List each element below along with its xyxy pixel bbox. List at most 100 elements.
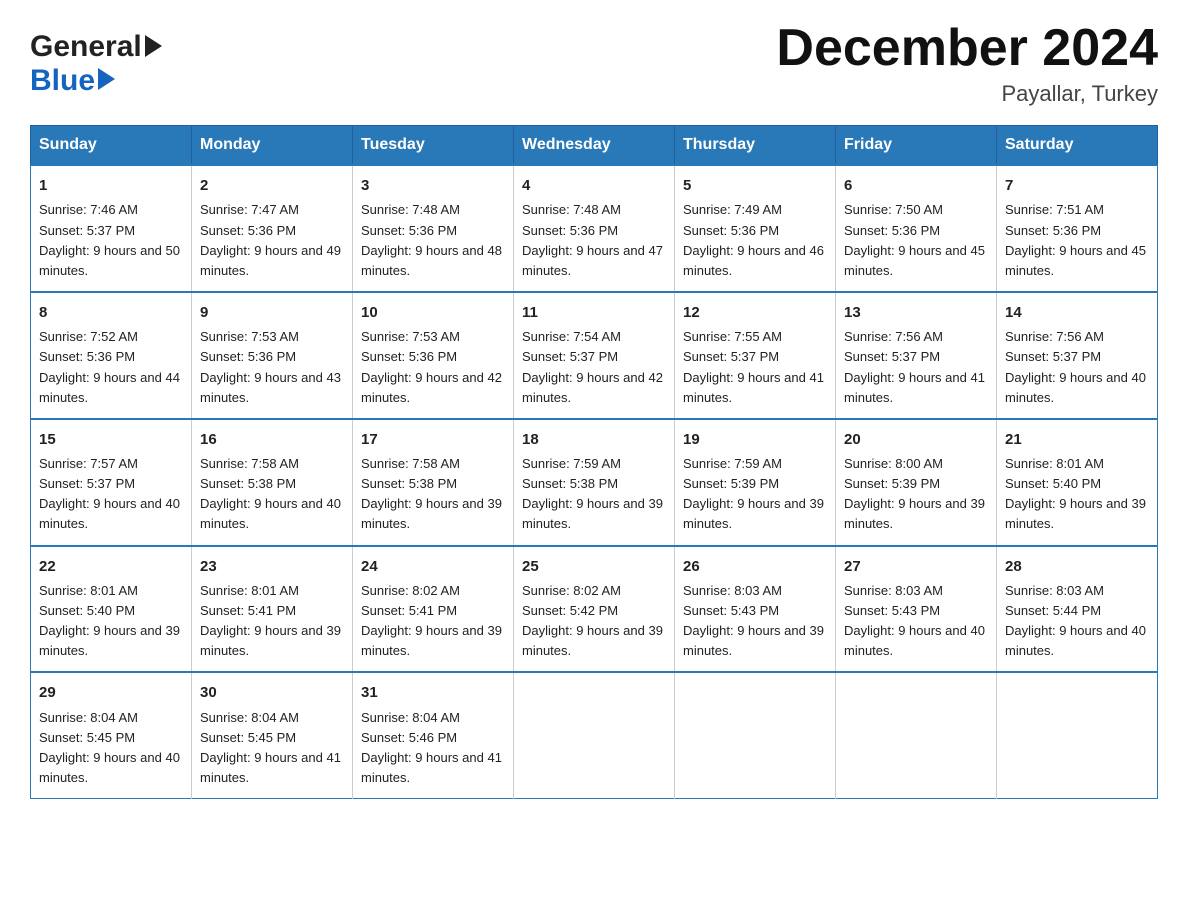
sunset-text: Sunset: 5:36 PM	[522, 223, 618, 238]
daylight-text: Daylight: 9 hours and 41 minutes.	[200, 750, 341, 785]
header-saturday: Saturday	[997, 126, 1158, 166]
calendar-body: 1 Sunrise: 7:46 AM Sunset: 5:37 PM Dayli…	[31, 165, 1158, 799]
daylight-text: Daylight: 9 hours and 43 minutes.	[200, 370, 341, 405]
calendar-day-cell: 9 Sunrise: 7:53 AM Sunset: 5:36 PM Dayli…	[192, 292, 353, 419]
logo-general-text: General	[30, 30, 162, 64]
day-number: 22	[39, 555, 183, 578]
daylight-text: Daylight: 9 hours and 39 minutes.	[39, 623, 180, 658]
sunrise-text: Sunrise: 7:51 AM	[1005, 202, 1104, 217]
day-info: Sunrise: 7:59 AM Sunset: 5:39 PM Dayligh…	[683, 454, 827, 535]
sunset-text: Sunset: 5:43 PM	[683, 603, 779, 618]
calendar-header: Sunday Monday Tuesday Wednesday Thursday…	[31, 126, 1158, 166]
calendar-subtitle: Payallar, Turkey	[776, 81, 1158, 107]
calendar-week-row: 15 Sunrise: 7:57 AM Sunset: 5:37 PM Dayl…	[31, 419, 1158, 546]
day-info: Sunrise: 7:53 AM Sunset: 5:36 PM Dayligh…	[200, 327, 344, 408]
sunrise-text: Sunrise: 7:56 AM	[844, 329, 943, 344]
calendar-day-cell: 24 Sunrise: 8:02 AM Sunset: 5:41 PM Dayl…	[353, 546, 514, 673]
sunrise-text: Sunrise: 7:46 AM	[39, 202, 138, 217]
header-friday: Friday	[836, 126, 997, 166]
daylight-text: Daylight: 9 hours and 50 minutes.	[39, 243, 180, 278]
daylight-text: Daylight: 9 hours and 40 minutes.	[844, 623, 985, 658]
header-wednesday: Wednesday	[514, 126, 675, 166]
day-info: Sunrise: 7:53 AM Sunset: 5:36 PM Dayligh…	[361, 327, 505, 408]
calendar-week-row: 29 Sunrise: 8:04 AM Sunset: 5:45 PM Dayl…	[31, 672, 1158, 798]
sunrise-text: Sunrise: 7:48 AM	[361, 202, 460, 217]
day-info: Sunrise: 7:59 AM Sunset: 5:38 PM Dayligh…	[522, 454, 666, 535]
day-number: 16	[200, 428, 344, 451]
sunrise-text: Sunrise: 7:59 AM	[683, 456, 782, 471]
sunrise-text: Sunrise: 8:01 AM	[1005, 456, 1104, 471]
sunset-text: Sunset: 5:36 PM	[683, 223, 779, 238]
day-info: Sunrise: 8:04 AM Sunset: 5:45 PM Dayligh…	[200, 708, 344, 789]
header-sunday: Sunday	[31, 126, 192, 166]
sunset-text: Sunset: 5:41 PM	[200, 603, 296, 618]
daylight-text: Daylight: 9 hours and 39 minutes.	[1005, 496, 1146, 531]
daylight-text: Daylight: 9 hours and 42 minutes.	[361, 370, 502, 405]
day-number: 3	[361, 174, 505, 197]
calendar-day-cell: 15 Sunrise: 7:57 AM Sunset: 5:37 PM Dayl…	[31, 419, 192, 546]
day-number: 23	[200, 555, 344, 578]
day-info: Sunrise: 8:01 AM Sunset: 5:40 PM Dayligh…	[1005, 454, 1149, 535]
daylight-text: Daylight: 9 hours and 45 minutes.	[1005, 243, 1146, 278]
sunrise-text: Sunrise: 8:03 AM	[683, 583, 782, 598]
sunrise-text: Sunrise: 7:53 AM	[200, 329, 299, 344]
sunset-text: Sunset: 5:38 PM	[522, 476, 618, 491]
sunrise-text: Sunrise: 7:47 AM	[200, 202, 299, 217]
sunrise-text: Sunrise: 8:02 AM	[522, 583, 621, 598]
sunrise-text: Sunrise: 7:53 AM	[361, 329, 460, 344]
calendar-day-cell: 14 Sunrise: 7:56 AM Sunset: 5:37 PM Dayl…	[997, 292, 1158, 419]
day-number: 6	[844, 174, 988, 197]
sunrise-text: Sunrise: 8:03 AM	[1005, 583, 1104, 598]
day-info: Sunrise: 8:02 AM Sunset: 5:42 PM Dayligh…	[522, 581, 666, 662]
calendar-day-cell: 3 Sunrise: 7:48 AM Sunset: 5:36 PM Dayli…	[353, 165, 514, 292]
calendar-table: Sunday Monday Tuesday Wednesday Thursday…	[30, 125, 1158, 799]
calendar-day-cell	[997, 672, 1158, 798]
calendar-day-cell: 19 Sunrise: 7:59 AM Sunset: 5:39 PM Dayl…	[675, 419, 836, 546]
daylight-text: Daylight: 9 hours and 39 minutes.	[522, 623, 663, 658]
daylight-text: Daylight: 9 hours and 41 minutes.	[361, 750, 502, 785]
sunrise-text: Sunrise: 7:59 AM	[522, 456, 621, 471]
sunset-text: Sunset: 5:40 PM	[39, 603, 135, 618]
calendar-day-cell: 12 Sunrise: 7:55 AM Sunset: 5:37 PM Dayl…	[675, 292, 836, 419]
sunrise-text: Sunrise: 7:58 AM	[361, 456, 460, 471]
calendar-title: December 2024	[776, 20, 1158, 77]
calendar-day-cell	[675, 672, 836, 798]
daylight-text: Daylight: 9 hours and 39 minutes.	[683, 623, 824, 658]
day-number: 20	[844, 428, 988, 451]
day-number: 28	[1005, 555, 1149, 578]
daylight-text: Daylight: 9 hours and 48 minutes.	[361, 243, 502, 278]
sunrise-text: Sunrise: 7:48 AM	[522, 202, 621, 217]
calendar-day-cell: 28 Sunrise: 8:03 AM Sunset: 5:44 PM Dayl…	[997, 546, 1158, 673]
day-number: 13	[844, 301, 988, 324]
daylight-text: Daylight: 9 hours and 39 minutes.	[361, 496, 502, 531]
day-number: 27	[844, 555, 988, 578]
day-info: Sunrise: 7:58 AM Sunset: 5:38 PM Dayligh…	[361, 454, 505, 535]
day-info: Sunrise: 7:49 AM Sunset: 5:36 PM Dayligh…	[683, 200, 827, 281]
day-info: Sunrise: 8:04 AM Sunset: 5:45 PM Dayligh…	[39, 708, 183, 789]
day-info: Sunrise: 7:48 AM Sunset: 5:36 PM Dayligh…	[522, 200, 666, 281]
day-info: Sunrise: 8:03 AM Sunset: 5:44 PM Dayligh…	[1005, 581, 1149, 662]
calendar-day-cell: 17 Sunrise: 7:58 AM Sunset: 5:38 PM Dayl…	[353, 419, 514, 546]
calendar-day-cell: 6 Sunrise: 7:50 AM Sunset: 5:36 PM Dayli…	[836, 165, 997, 292]
daylight-text: Daylight: 9 hours and 39 minutes.	[844, 496, 985, 531]
daylight-text: Daylight: 9 hours and 39 minutes.	[361, 623, 502, 658]
calendar-day-cell: 5 Sunrise: 7:49 AM Sunset: 5:36 PM Dayli…	[675, 165, 836, 292]
calendar-day-cell: 26 Sunrise: 8:03 AM Sunset: 5:43 PM Dayl…	[675, 546, 836, 673]
sunset-text: Sunset: 5:39 PM	[844, 476, 940, 491]
sunset-text: Sunset: 5:43 PM	[844, 603, 940, 618]
day-number: 30	[200, 681, 344, 704]
day-info: Sunrise: 7:57 AM Sunset: 5:37 PM Dayligh…	[39, 454, 183, 535]
sunset-text: Sunset: 5:39 PM	[683, 476, 779, 491]
logo: General Blue	[30, 30, 162, 98]
daylight-text: Daylight: 9 hours and 40 minutes.	[200, 496, 341, 531]
calendar-day-cell: 8 Sunrise: 7:52 AM Sunset: 5:36 PM Dayli…	[31, 292, 192, 419]
day-number: 7	[1005, 174, 1149, 197]
calendar-day-cell: 21 Sunrise: 8:01 AM Sunset: 5:40 PM Dayl…	[997, 419, 1158, 546]
day-info: Sunrise: 7:50 AM Sunset: 5:36 PM Dayligh…	[844, 200, 988, 281]
sunrise-text: Sunrise: 8:04 AM	[39, 710, 138, 725]
calendar-week-row: 22 Sunrise: 8:01 AM Sunset: 5:40 PM Dayl…	[31, 546, 1158, 673]
calendar-day-cell: 23 Sunrise: 8:01 AM Sunset: 5:41 PM Dayl…	[192, 546, 353, 673]
sunset-text: Sunset: 5:36 PM	[200, 349, 296, 364]
calendar-day-cell: 27 Sunrise: 8:03 AM Sunset: 5:43 PM Dayl…	[836, 546, 997, 673]
day-number: 12	[683, 301, 827, 324]
